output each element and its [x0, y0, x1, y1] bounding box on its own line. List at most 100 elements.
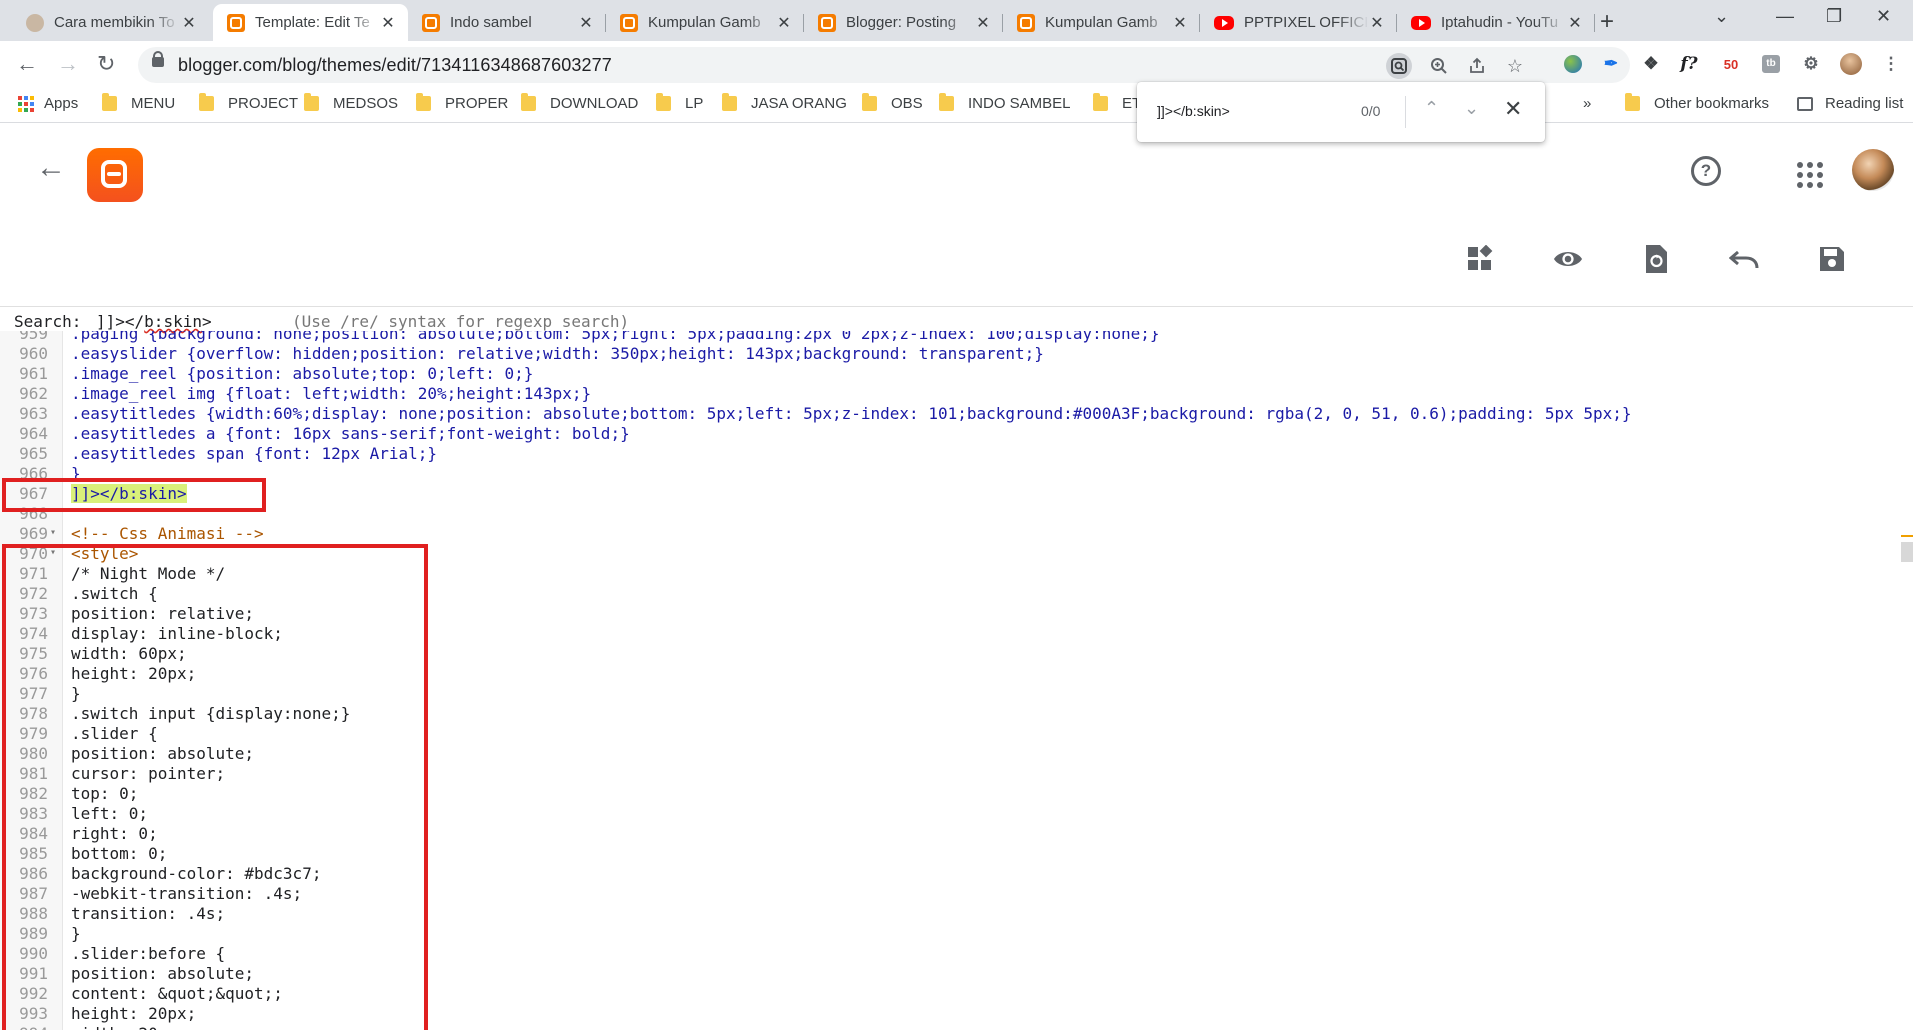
- folder-icon: [102, 93, 117, 111]
- youtube-favicon-icon: [1214, 15, 1234, 30]
- jump-to-widget-icon[interactable]: [1465, 244, 1495, 274]
- bookmark-folder[interactable]: INDO SAMBEL: [939, 93, 1071, 112]
- share-icon[interactable]: [1464, 53, 1490, 79]
- bookmark-folder[interactable]: PROPER: [416, 93, 508, 112]
- tab-close-icon[interactable]: ✕: [181, 13, 197, 33]
- tab-close-icon[interactable]: ✕: [1172, 13, 1188, 33]
- bookmark-label: JASA ORANG: [751, 95, 847, 112]
- tab-close-icon[interactable]: ✕: [776, 13, 792, 33]
- back-arrow-icon[interactable]: ←: [36, 151, 66, 185]
- reading-list-icon: [1797, 96, 1813, 111]
- bookmark-folder[interactable]: LP: [656, 93, 703, 112]
- grid-extension-icon[interactable]: ❖: [1640, 53, 1662, 75]
- tab-close-icon[interactable]: ✕: [975, 13, 991, 33]
- tab-title: Blogger: Posting: [846, 14, 957, 31]
- browser-tab[interactable]: Kumpulan Gamb ✕: [1003, 4, 1200, 41]
- bookmark-folder[interactable]: JASA ORANG: [722, 93, 847, 112]
- blogger-logo[interactable]: [87, 148, 143, 202]
- code-line[interactable]: 966}: [0, 464, 1900, 484]
- preview-eye-icon[interactable]: [1553, 244, 1583, 274]
- browser-tab[interactable]: Iptahudin - YouTu ✕: [1397, 4, 1595, 41]
- code-line[interactable]: 964 .easytitledes a {font: 16px sans-seri…: [0, 424, 1900, 444]
- search-input[interactable]: ]]></b:skin>: [96, 312, 212, 331]
- bookmark-folder[interactable]: MENU: [102, 93, 175, 112]
- tab-close-icon[interactable]: ✕: [1567, 13, 1583, 33]
- find-icon[interactable]: [1386, 53, 1412, 79]
- save-icon[interactable]: [1817, 244, 1847, 274]
- restore-icon[interactable]: ❐: [1826, 6, 1842, 27]
- bookmark-folder[interactable]: OBS: [862, 93, 923, 112]
- folder-icon: [939, 93, 954, 111]
- account-avatar[interactable]: [1852, 149, 1894, 191]
- folder-icon: [416, 93, 431, 111]
- lock-icon[interactable]: [152, 51, 164, 67]
- chrome-menu-icon[interactable]: ⋮: [1880, 53, 1902, 75]
- find-close-icon[interactable]: ✕: [1504, 96, 1522, 122]
- close-window-icon[interactable]: ✕: [1876, 6, 1891, 27]
- code-line[interactable]: 960 .easyslider {overflow: hidden;positio…: [0, 344, 1900, 364]
- profile-avatar-icon[interactable]: [1840, 53, 1862, 75]
- find-match-count: 0/0: [1361, 103, 1381, 119]
- new-tab-button[interactable]: +: [1600, 8, 1614, 36]
- tab-title: Iptahudin - YouTu: [1441, 14, 1559, 31]
- bookmark-folder[interactable]: MEDSOS: [304, 93, 398, 112]
- more-bookmarks-chevron[interactable]: »: [1583, 95, 1591, 112]
- find-input[interactable]: ]]></b:skin>: [1157, 103, 1230, 119]
- undo-icon[interactable]: [1729, 244, 1759, 274]
- minimize-icon[interactable]: —: [1776, 6, 1794, 27]
- browser-tab[interactable]: Blogger: Posting ✕: [804, 4, 1003, 41]
- apps-shortcut[interactable]: Apps: [18, 95, 78, 112]
- code-line[interactable]: 968: [0, 504, 1900, 524]
- code-line[interactable]: 965 .easytitledes span {font: 12px Arial;…: [0, 444, 1900, 464]
- tb-extension-icon[interactable]: tb: [1760, 53, 1782, 75]
- other-bookmarks[interactable]: Other bookmarks: [1625, 93, 1769, 112]
- zoom-icon[interactable]: [1426, 53, 1452, 79]
- editor-scrollbar[interactable]: [1901, 542, 1913, 562]
- tab-title: Indo sambel: [450, 14, 532, 31]
- find-next-icon[interactable]: ⌄: [1464, 98, 1479, 119]
- google-apps-icon[interactable]: [1797, 162, 1823, 188]
- bookmark-folder[interactable]: PROJECT: [199, 93, 298, 112]
- fifty-extension-icon[interactable]: 50: [1720, 53, 1742, 75]
- folder-icon: [656, 93, 671, 111]
- bookmark-label: INDO SAMBEL: [968, 95, 1071, 112]
- reading-list[interactable]: Reading list: [1797, 95, 1903, 112]
- code-line[interactable]: 959 .paging {background: none;position: a…: [0, 331, 1900, 344]
- fold-toggle-icon[interactable]: ▾: [50, 527, 56, 538]
- code-line[interactable]: 961 .image_reel {position: absolute;top: …: [0, 364, 1900, 384]
- reload-icon[interactable]: ↻: [97, 51, 115, 77]
- formula-extension-icon[interactable]: f?: [1678, 53, 1700, 75]
- code-line[interactable]: 962 .image_reel img {float: left;width: 2…: [0, 384, 1900, 404]
- browser-tab[interactable]: Kumpulan Gamb ✕: [606, 4, 804, 41]
- tab-title: Kumpulan Gamb: [1045, 14, 1158, 31]
- blogger-favicon-icon: [227, 13, 245, 32]
- restore-backup-icon[interactable]: [1641, 244, 1671, 274]
- find-previous-icon[interactable]: ⌃: [1424, 98, 1439, 119]
- tab-title: PPTPIXEL OFFICIA: [1244, 14, 1369, 31]
- url-text[interactable]: blogger.com/blog/themes/edit/71341163486…: [178, 55, 612, 76]
- browser-tab[interactable]: Cara membikin To ✕: [12, 4, 209, 41]
- tab-close-icon[interactable]: ✕: [578, 13, 594, 33]
- search-hint: (Use /re/ syntax for regexp search): [292, 312, 630, 331]
- back-arrow-icon[interactable]: ←: [16, 51, 38, 77]
- code-text: .paging {background: none;position: abso…: [71, 331, 1160, 343]
- tab-close-icon[interactable]: ✕: [380, 13, 396, 33]
- code-text: .easyslider {overflow: hidden;position: …: [71, 344, 1044, 363]
- browser-tab[interactable]: Indo sambel ✕: [408, 4, 606, 41]
- tab-close-icon[interactable]: ✕: [1369, 13, 1385, 33]
- tab-search-icon[interactable]: ⌄: [1714, 6, 1729, 27]
- code-line[interactable]: 963 .easytitledes {width:60%;display: non…: [0, 404, 1900, 424]
- globe-extension-icon[interactable]: [1562, 53, 1584, 75]
- apps-grid-icon: [18, 95, 34, 112]
- code-line[interactable]: 967]]></b:skin>: [0, 484, 1900, 504]
- browser-tab[interactable]: Template: Edit Te ✕: [213, 4, 408, 41]
- puzzle-extensions-icon[interactable]: ⚙: [1800, 53, 1822, 75]
- feather-extension-icon[interactable]: ✒: [1600, 53, 1622, 75]
- bookmark-star-icon[interactable]: ☆: [1502, 53, 1528, 79]
- bookmark-folder[interactable]: DOWNLOAD: [521, 93, 638, 112]
- address-bar[interactable]: blogger.com/blog/themes/edit/71341163486…: [138, 47, 1630, 83]
- forward-arrow-icon[interactable]: →: [57, 51, 79, 77]
- help-icon[interactable]: ?: [1691, 156, 1721, 186]
- browser-tab[interactable]: PPTPIXEL OFFICIA ✕: [1200, 4, 1397, 41]
- code-line[interactable]: 969 ▾ <!-- Css Animasi -->: [0, 524, 1900, 544]
